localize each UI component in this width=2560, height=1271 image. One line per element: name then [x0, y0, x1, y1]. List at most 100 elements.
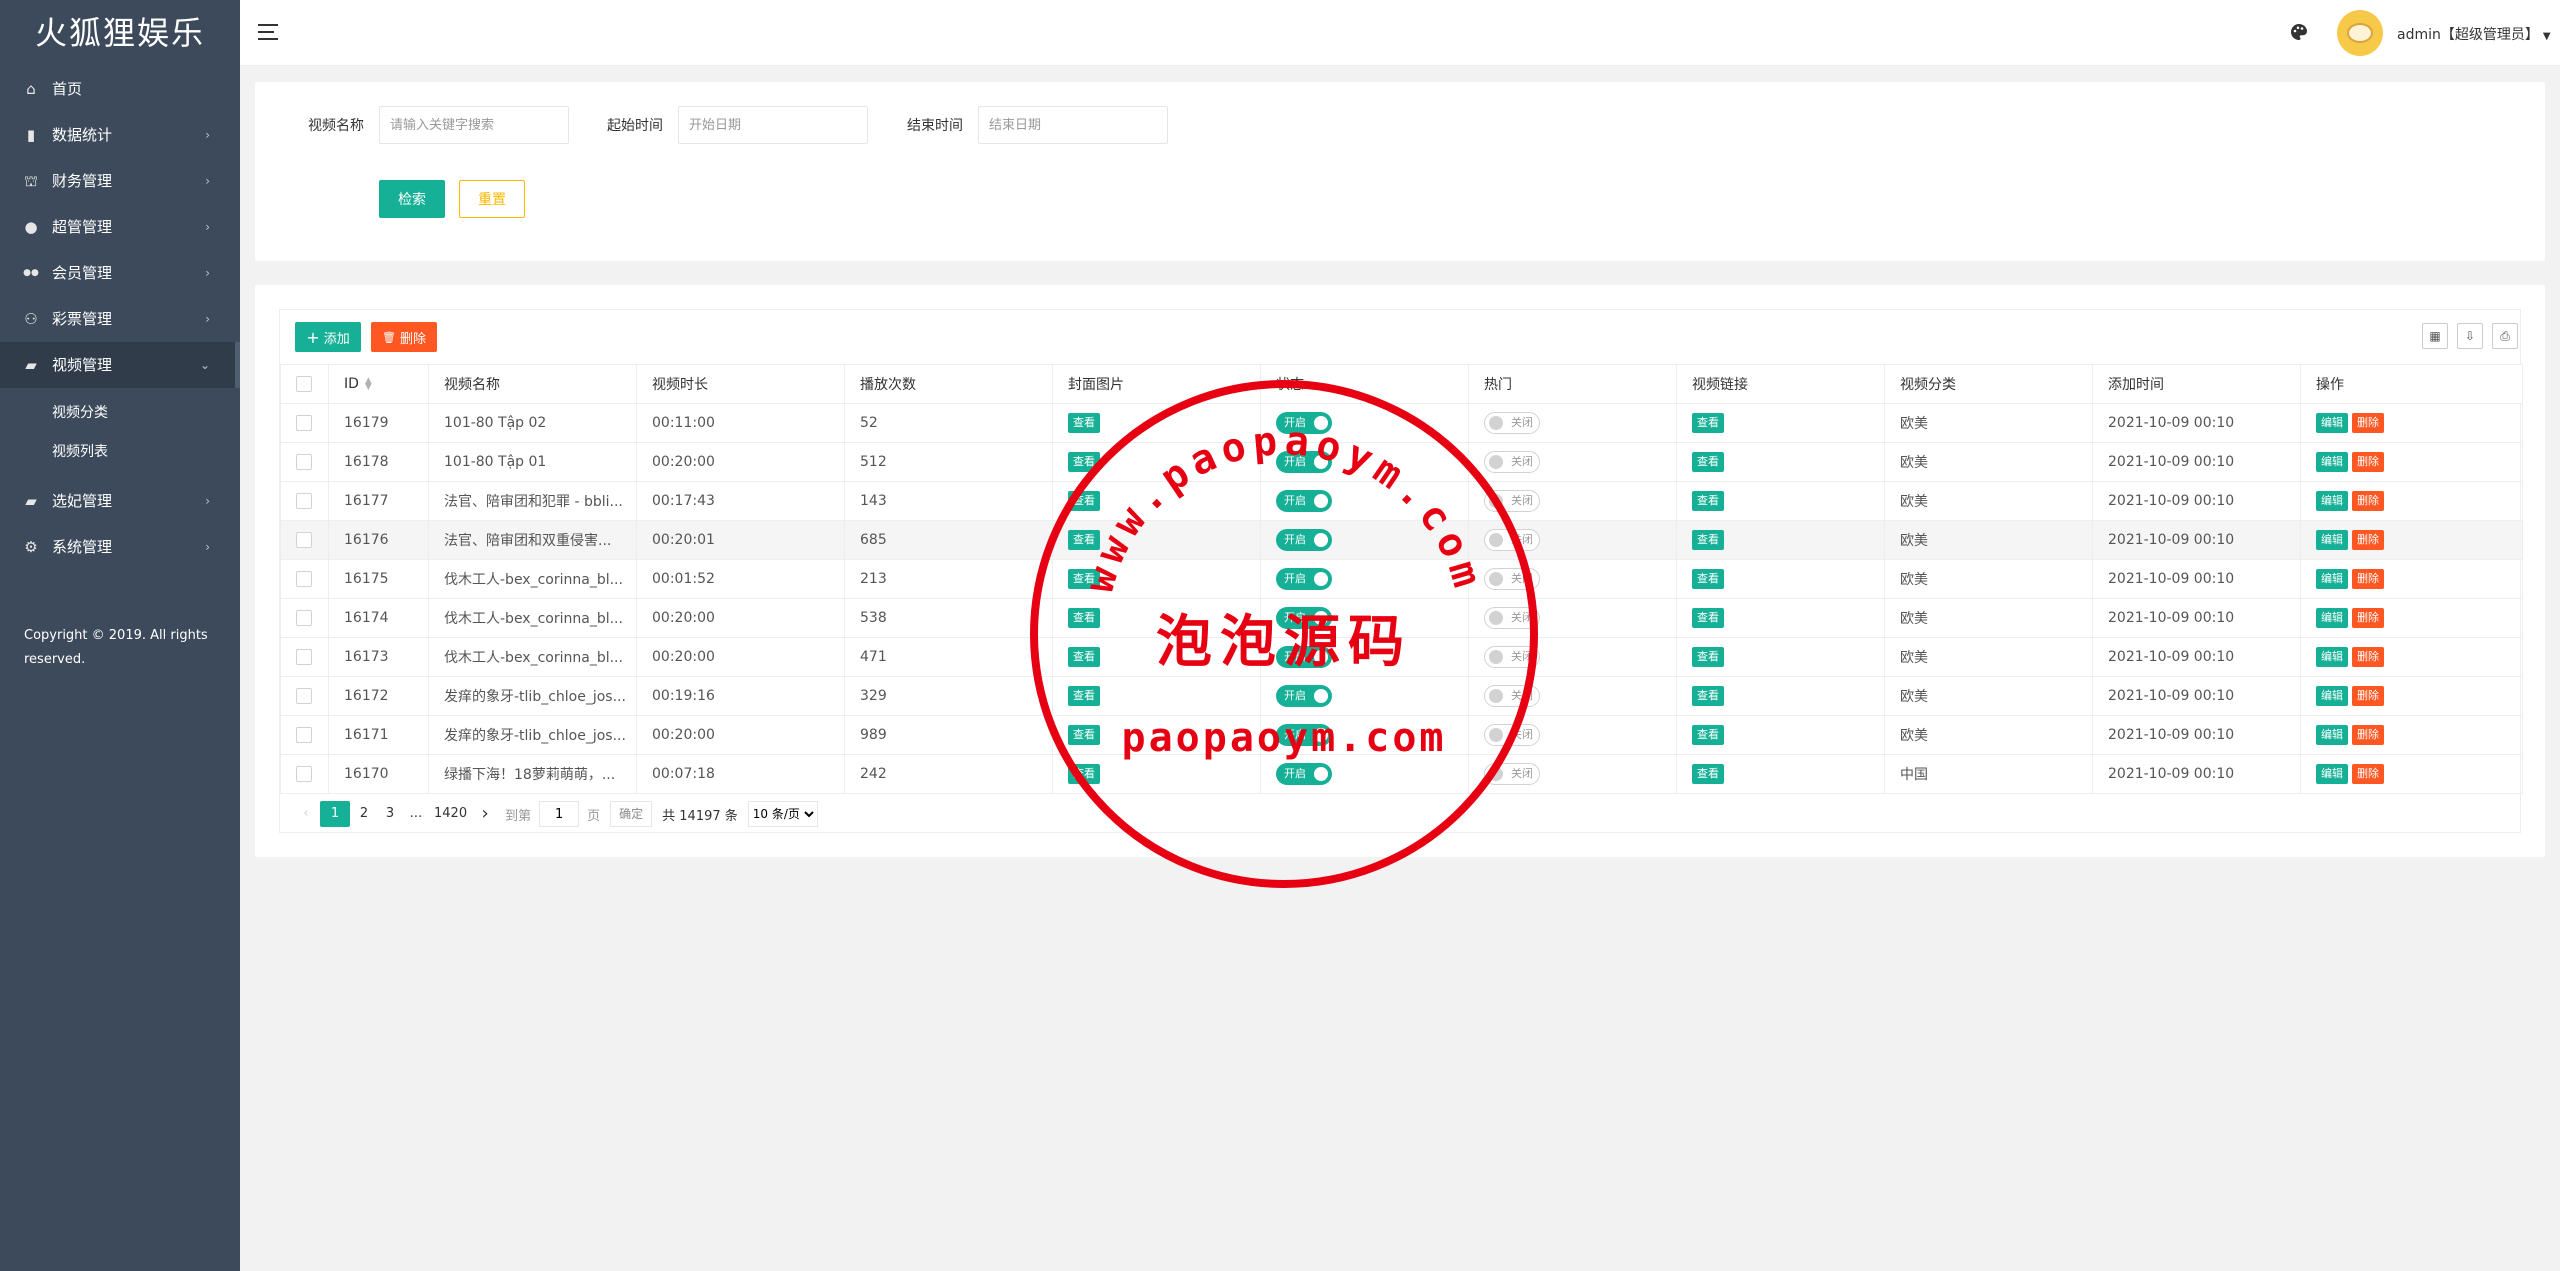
view-cover-button[interactable]: 查看 — [1068, 608, 1100, 628]
export-icon[interactable]: ⇩ — [2457, 323, 2483, 349]
edit-button[interactable]: 编辑 — [2316, 608, 2348, 628]
edit-button[interactable]: 编辑 — [2316, 413, 2348, 433]
view-cover-button[interactable]: 查看 — [1068, 569, 1100, 589]
reset-button[interactable]: 重置 — [459, 180, 525, 218]
view-cover-button[interactable]: 查看 — [1068, 647, 1100, 667]
view-cover-button[interactable]: 查看 — [1068, 530, 1100, 550]
edit-button[interactable]: 编辑 — [2316, 569, 2348, 589]
hot-switch[interactable]: 关闭 — [1484, 685, 1540, 707]
delete-button[interactable]: 删除 — [2352, 764, 2384, 784]
print-icon[interactable]: ⎙ — [2492, 323, 2518, 349]
delete-button[interactable]: 删除 — [2352, 647, 2384, 667]
edit-button[interactable]: 编辑 — [2316, 686, 2348, 706]
sidebar-subitem-1[interactable]: 视频列表 — [0, 433, 240, 472]
hot-switch[interactable]: 关闭 — [1484, 490, 1540, 512]
edit-button[interactable]: 编辑 — [2316, 452, 2348, 472]
view-link-button[interactable]: 查看 — [1692, 491, 1724, 511]
sidebar-item-7[interactable]: ▰ 选妃管理 › — [0, 478, 240, 524]
user-menu[interactable]: admin【超级管理员】 ▼ — [2397, 24, 2551, 44]
view-cover-button[interactable]: 查看 — [1068, 686, 1100, 706]
sidebar-item-8[interactable]: ⚙ 系统管理 › — [0, 524, 240, 570]
edit-button[interactable]: 编辑 — [2316, 491, 2348, 511]
row-checkbox[interactable] — [296, 532, 312, 548]
columns-filter-icon[interactable]: ▦ — [2422, 323, 2448, 349]
page-button[interactable]: 2 — [352, 801, 376, 827]
status-switch[interactable]: 开启 — [1276, 568, 1332, 590]
sort-icon[interactable]: ▲ ▼ — [365, 377, 372, 392]
start-date-input[interactable] — [678, 106, 868, 144]
status-switch[interactable]: 开启 — [1276, 451, 1332, 473]
view-link-button[interactable]: 查看 — [1692, 764, 1724, 784]
delete-button[interactable]: 删除 — [2352, 491, 2384, 511]
delete-button[interactable]: 删除 — [2352, 608, 2384, 628]
search-button[interactable]: 检索 — [379, 180, 445, 218]
page-button[interactable]: 1 — [320, 801, 350, 827]
page-size-select[interactable]: 10 条/页 — [747, 801, 818, 827]
delete-button[interactable]: 删除 — [2352, 725, 2384, 745]
view-cover-button[interactable]: 查看 — [1068, 491, 1100, 511]
hot-switch[interactable]: 关闭 — [1484, 763, 1540, 785]
hot-switch[interactable]: 关闭 — [1484, 529, 1540, 551]
status-switch[interactable]: 开启 — [1276, 412, 1332, 434]
select-all-checkbox[interactable] — [296, 376, 312, 392]
hot-switch[interactable]: 关闭 — [1484, 724, 1540, 746]
next-page-icon[interactable]: › — [473, 801, 497, 827]
sidebar-subitem-0[interactable]: 视频分类 — [0, 394, 240, 433]
row-checkbox[interactable] — [296, 727, 312, 743]
view-cover-button[interactable]: 查看 — [1068, 764, 1100, 784]
hot-switch[interactable]: 关闭 — [1484, 607, 1540, 629]
view-link-button[interactable]: 查看 — [1692, 608, 1724, 628]
status-switch[interactable]: 开启 — [1276, 685, 1332, 707]
hot-switch[interactable]: 关闭 — [1484, 412, 1540, 434]
column-header[interactable]: ID ▲ ▼ — [328, 364, 429, 404]
delete-button[interactable]: 删除 — [2352, 569, 2384, 589]
sidebar-item-4[interactable]: ●● 会员管理 › — [0, 250, 240, 296]
status-switch[interactable]: 开启 — [1276, 763, 1332, 785]
edit-button[interactable]: 编辑 — [2316, 530, 2348, 550]
row-checkbox[interactable] — [296, 766, 312, 782]
view-link-button[interactable]: 查看 — [1692, 725, 1724, 745]
status-switch[interactable]: 开启 — [1276, 529, 1332, 551]
view-link-button[interactable]: 查看 — [1692, 686, 1724, 706]
row-checkbox[interactable] — [296, 571, 312, 587]
view-link-button[interactable]: 查看 — [1692, 647, 1724, 667]
goto-page-input[interactable] — [539, 801, 580, 827]
goto-confirm-button[interactable]: 确定 — [610, 801, 653, 827]
last-page-button[interactable]: 1420 — [430, 801, 471, 827]
status-switch[interactable]: 开启 — [1276, 607, 1332, 629]
page-button[interactable]: 3 — [378, 801, 402, 827]
batch-delete-button[interactable]: 🗑 删除 — [371, 322, 437, 352]
sidebar-item-0[interactable]: ⌂ 首页 — [0, 66, 240, 112]
menu-toggle-icon[interactable] — [258, 24, 278, 40]
row-checkbox[interactable] — [296, 415, 312, 431]
row-checkbox[interactable] — [296, 688, 312, 704]
row-checkbox[interactable] — [296, 649, 312, 665]
view-cover-button[interactable]: 查看 — [1068, 413, 1100, 433]
view-link-button[interactable]: 查看 — [1692, 413, 1724, 433]
view-link-button[interactable]: 查看 — [1692, 569, 1724, 589]
view-link-button[interactable]: 查看 — [1692, 530, 1724, 550]
end-date-input[interactable] — [978, 106, 1168, 144]
add-button[interactable]: + 添加 — [295, 322, 361, 352]
hot-switch[interactable]: 关闭 — [1484, 646, 1540, 668]
status-switch[interactable]: 开启 — [1276, 724, 1332, 746]
row-checkbox[interactable] — [296, 454, 312, 470]
view-cover-button[interactable]: 查看 — [1068, 452, 1100, 472]
avatar[interactable] — [2337, 10, 2383, 56]
sidebar-item-3[interactable]: ● 超管管理 › — [0, 204, 240, 250]
palette-icon[interactable] — [2289, 22, 2309, 42]
hot-switch[interactable]: 关闭 — [1484, 451, 1540, 473]
sidebar-item-6[interactable]: ▰ 视频管理 ⌄ — [0, 342, 240, 388]
status-switch[interactable]: 开启 — [1276, 646, 1332, 668]
status-switch[interactable]: 开启 — [1276, 490, 1332, 512]
edit-button[interactable]: 编辑 — [2316, 647, 2348, 667]
delete-button[interactable]: 删除 — [2352, 452, 2384, 472]
delete-button[interactable]: 删除 — [2352, 686, 2384, 706]
row-checkbox[interactable] — [296, 610, 312, 626]
view-cover-button[interactable]: 查看 — [1068, 725, 1100, 745]
edit-button[interactable]: 编辑 — [2316, 725, 2348, 745]
edit-button[interactable]: 编辑 — [2316, 764, 2348, 784]
delete-button[interactable]: 删除 — [2352, 530, 2384, 550]
video-name-input[interactable] — [379, 106, 569, 144]
prev-page-icon[interactable]: ‹ — [294, 801, 318, 827]
